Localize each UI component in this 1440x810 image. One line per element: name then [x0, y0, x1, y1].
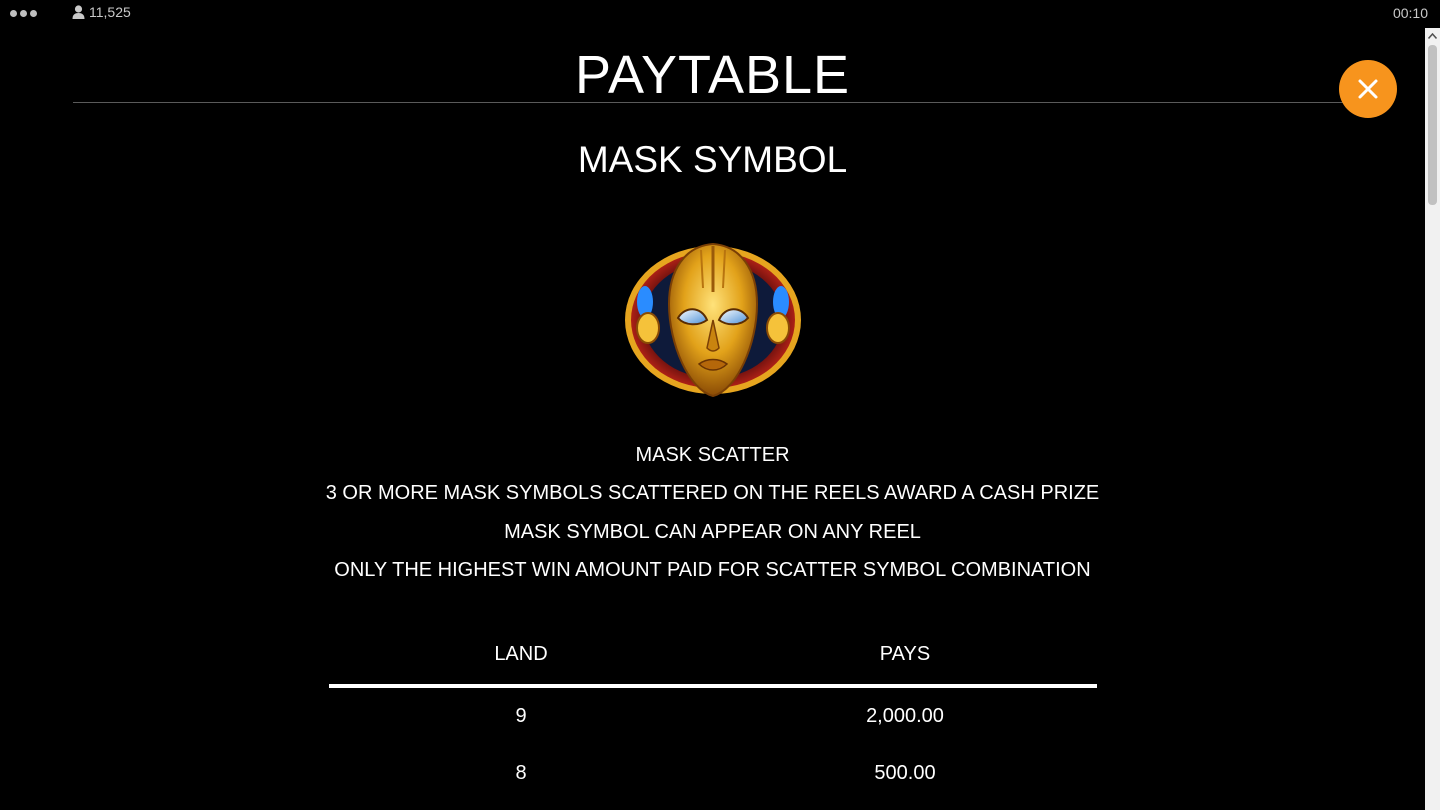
menu-dots-icon[interactable] [10, 5, 42, 21]
player-count-value: 11,525 [89, 4, 131, 20]
pay-table: LAND PAYS 9 2,000.00 8 500.00 [329, 640, 1097, 790]
close-button[interactable] [1339, 60, 1397, 118]
land-cell: 8 [515, 762, 527, 784]
mask-symbol-icon [625, 242, 801, 398]
table-row: 8 500.00 [329, 733, 1097, 790]
scroll-thumb[interactable] [1428, 45, 1437, 205]
description-line: ONLY THE HIGHEST WIN AMOUNT PAID FOR SCA… [334, 559, 1091, 581]
description-line: MASK SCATTER [635, 444, 790, 466]
column-header-pays: PAYS [879, 643, 931, 665]
title-divider [73, 102, 1355, 103]
description-line: 3 OR MORE MASK SYMBOLS SCATTERED ON THE … [325, 482, 1100, 504]
scroll-up-icon[interactable] [1425, 28, 1440, 43]
clock: 00:10 [1392, 5, 1428, 21]
pays-cell: 500.00 [874, 762, 936, 784]
pay-table-header: LAND PAYS [329, 640, 1097, 668]
scrollbar[interactable] [1425, 28, 1440, 810]
page-title: PAYTABLE [574, 45, 851, 105]
description-line: MASK SYMBOL CAN APPEAR ON ANY REEL [504, 521, 921, 543]
pays-cell: 2,000.00 [866, 705, 944, 727]
player-count: 11,525 [72, 4, 131, 20]
close-icon [1358, 79, 1378, 99]
status-bar: 11,525 00:10 [0, 0, 1440, 26]
user-icon [72, 5, 85, 19]
table-row: 9 2,000.00 [329, 676, 1097, 733]
land-cell: 9 [515, 705, 527, 727]
column-header-land: LAND [494, 643, 548, 665]
section-title: MASK SYMBOL [577, 139, 848, 180]
